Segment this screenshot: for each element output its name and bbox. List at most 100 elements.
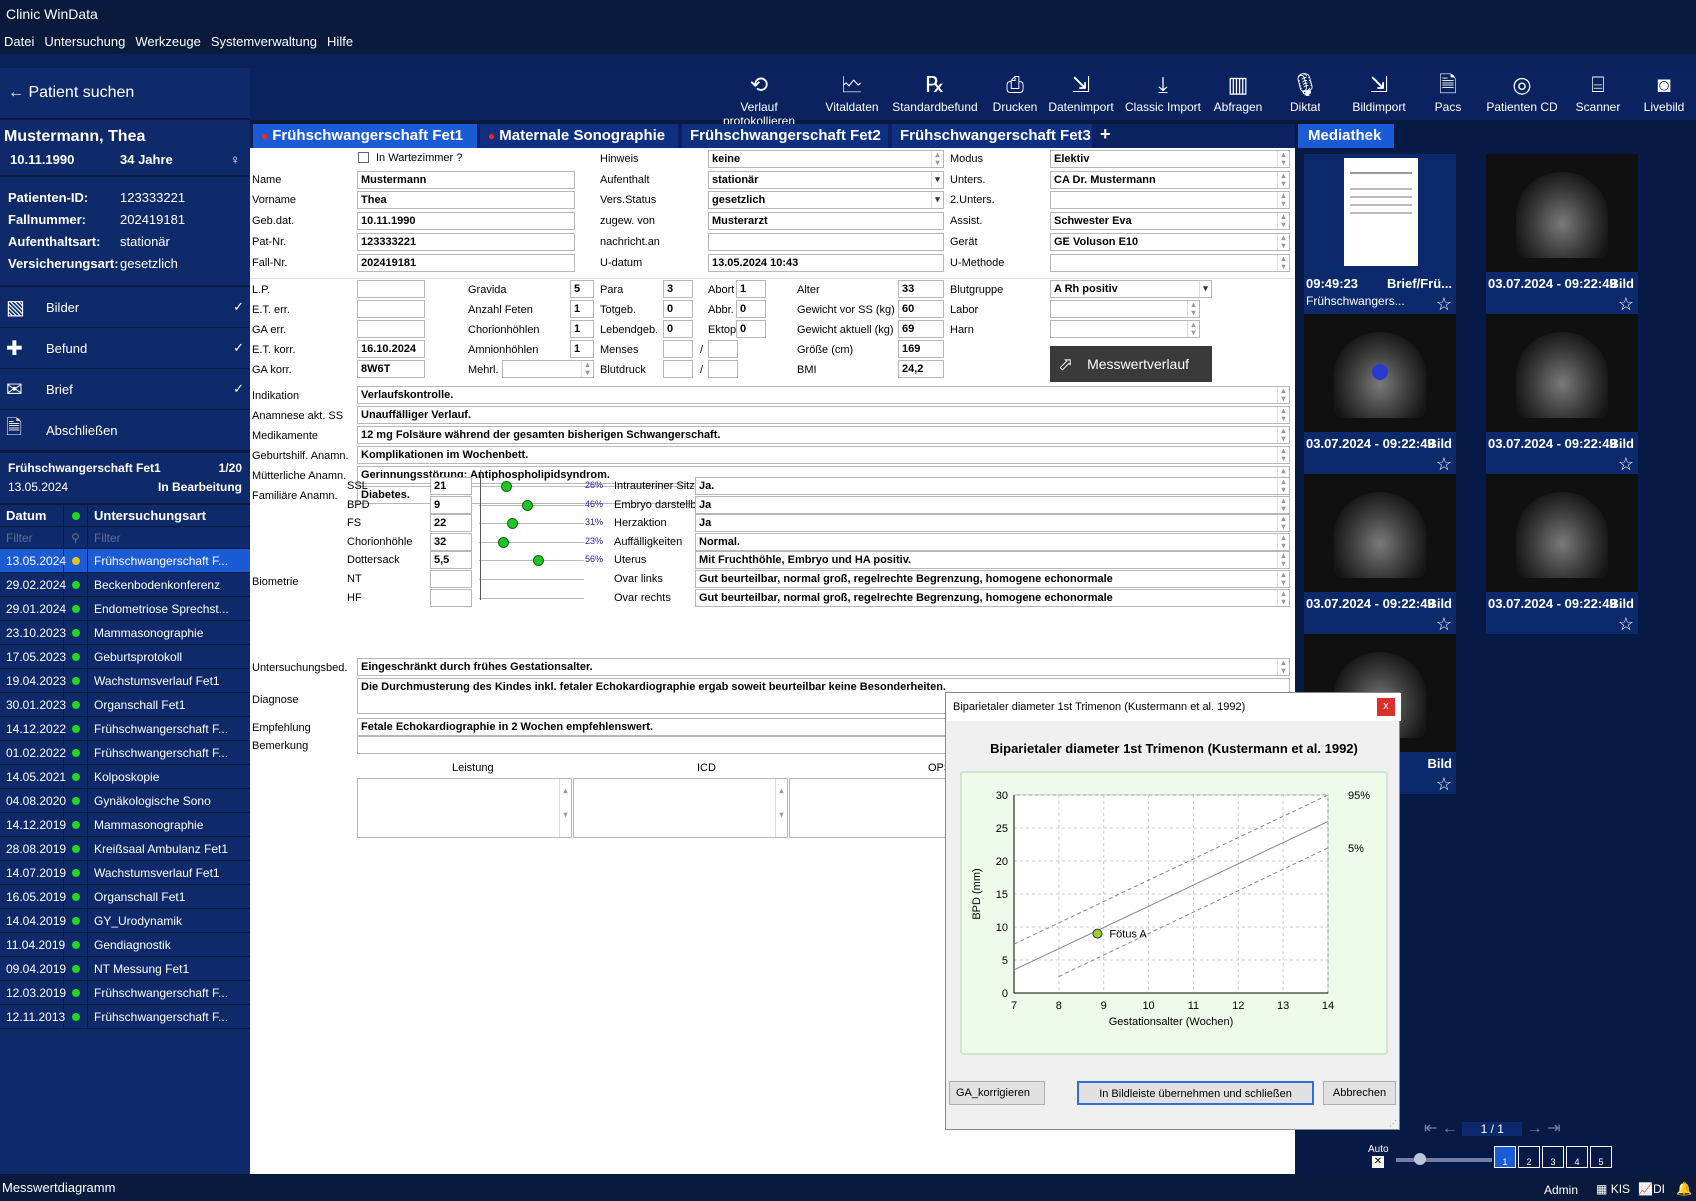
- ektop-field[interactable]: 0: [736, 320, 766, 338]
- finding-field[interactable]: Gut beurteilbar, normal groß, regelrecht…: [695, 588, 1290, 607]
- in-bildleiste-button[interactable]: In Bildleiste übernehmen und schließen: [1077, 1081, 1314, 1105]
- filter-type-input[interactable]: Filter: [88, 531, 250, 545]
- bildimport-button[interactable]: ⇲ Bildimport: [1346, 70, 1412, 114]
- col-status-header[interactable]: [64, 505, 88, 526]
- auto-close-icon[interactable]: ✕: [1372, 1156, 1384, 1168]
- biometry-value-field[interactable]: 9: [430, 495, 472, 514]
- blutdruck-dia-field[interactable]: [708, 360, 738, 378]
- scroll-arrows-icon[interactable]: ▴▾: [581, 361, 593, 377]
- amnionhoehlen-field[interactable]: 1: [570, 340, 594, 358]
- scroll-arrows-icon[interactable]: ▴▾: [1277, 447, 1289, 463]
- wartezimmer-checkbox[interactable]: [358, 152, 369, 163]
- abbrechen-button[interactable]: Abbrechen: [1323, 1081, 1396, 1105]
- exam-list-item[interactable]: 09.04.2019 NT Messung Fet1: [0, 957, 250, 981]
- biometry-value-field[interactable]: 22: [430, 514, 472, 533]
- alter-field[interactable]: 33: [898, 280, 944, 298]
- verlauf-protokollieren-button[interactable]: ⟲ Verlauf protokollieren: [704, 70, 814, 128]
- diktat-button[interactable]: 🎙 Diktat: [1290, 70, 1320, 114]
- scroll-arrows-icon[interactable]: ▴▾: [1277, 478, 1289, 494]
- star-icon[interactable]: ☆: [1436, 294, 1452, 315]
- geburtshilf-anamnese-field[interactable]: Komplikationen im Wochenbett. ▴ ▾: [357, 446, 1290, 464]
- media-thumbnail[interactable]: 03.07.2024 - 09:22:49 Bild ☆: [1486, 474, 1638, 634]
- indikation-field[interactable]: Verlaufskontrolle. ▴ ▾: [357, 386, 1290, 404]
- untersucher-field[interactable]: CA Dr. Mustermann ▴ ▾: [1050, 171, 1290, 189]
- abbr-field[interactable]: 0: [736, 300, 766, 318]
- scroll-arrows-icon[interactable]: ▴▾: [931, 151, 943, 167]
- vorname-field[interactable]: Thea: [357, 191, 575, 209]
- exam-list-item[interactable]: 23.10.2023 Mammasonographie: [0, 621, 250, 645]
- ga-err-field[interactable]: [357, 320, 425, 338]
- et-korr-field[interactable]: 16.10.2024: [357, 340, 425, 358]
- add-tab-button[interactable]: +: [1096, 124, 1120, 148]
- scroll-arrows-icon[interactable]: ▴▾: [775, 779, 787, 837]
- exam-list-item[interactable]: 14.05.2021 Kolposkopie: [0, 765, 250, 789]
- finding-field[interactable]: Mit Fruchthöhle, Embryo und HA positiv. ▴…: [695, 551, 1290, 570]
- media-thumbnail[interactable]: 03.07.2024 - 09:22:49 Bild ☆: [1304, 474, 1456, 634]
- prev-page-icon[interactable]: ←: [1442, 1120, 1458, 1137]
- bell-icon[interactable]: 🔔: [1676, 1181, 1692, 1197]
- scroll-arrows-icon[interactable]: ▴▾: [559, 779, 571, 837]
- star-icon[interactable]: ☆: [1618, 614, 1634, 635]
- scroll-arrows-icon[interactable]: ▴▾: [1277, 533, 1289, 550]
- vitaldaten-button[interactable]: 🗠 Vitaldaten: [820, 70, 884, 114]
- exam-list-item[interactable]: 13.05.2024 Frühschwangerschaft F...: [0, 549, 250, 573]
- star-icon[interactable]: ☆: [1618, 454, 1634, 475]
- lp-field[interactable]: [357, 280, 425, 298]
- ga-korr-field[interactable]: 8W6T: [357, 360, 425, 378]
- exam-list-item[interactable]: 14.12.2022 Frühschwangerschaft F...: [0, 717, 250, 741]
- next-page-icon[interactable]: →: [1527, 1120, 1543, 1137]
- standardbefund-button[interactable]: ℞ Standardbefund: [888, 70, 982, 114]
- fallnr-field[interactable]: 202419181: [357, 254, 575, 272]
- tab-fet3[interactable]: Frühschwangerschaft Fet3: [892, 124, 1092, 148]
- anamnese-field[interactable]: Unauffälliger Verlauf. ▴ ▾: [357, 406, 1290, 424]
- exam-list-item[interactable]: 16.05.2019 Organschall Fet1: [0, 885, 250, 909]
- name-field[interactable]: Mustermann: [357, 171, 575, 189]
- star-icon[interactable]: ☆: [1436, 614, 1452, 635]
- blutdruck-sys-field[interactable]: [663, 360, 693, 378]
- exam-list-item[interactable]: 04.08.2020 Gynäkologische Sono: [0, 789, 250, 813]
- menu-systemverwaltung[interactable]: Systemverwaltung: [211, 34, 317, 49]
- biometry-value-field[interactable]: 21: [430, 477, 472, 495]
- exam-list-item[interactable]: 29.02.2024 Beckenbodenkonferenz: [0, 573, 250, 597]
- biometry-value-field[interactable]: 5,5: [430, 551, 472, 570]
- geraet-field[interactable]: GE Voluson E10 ▴ ▾: [1050, 233, 1290, 251]
- tab-fet1[interactable]: ● Frühschwangerschaft Fet1: [253, 124, 477, 148]
- exam-list-item[interactable]: 14.07.2019 Wachstumsverlauf Fet1: [0, 861, 250, 885]
- umethode-field[interactable]: ▴ ▾: [1050, 254, 1290, 272]
- abfragen-button[interactable]: ▥ Abfragen: [1210, 70, 1266, 114]
- nav-bilder[interactable]: ▧ Bilder ✓: [0, 287, 250, 328]
- udatum-field[interactable]: 13.05.2024 10:43: [708, 254, 944, 272]
- chorionhoehlen-field[interactable]: 1: [570, 320, 594, 338]
- scroll-arrows-icon[interactable]: ▴▾: [1277, 659, 1289, 675]
- col-date-header[interactable]: Datum: [0, 505, 64, 526]
- gravida-field[interactable]: 5: [570, 280, 594, 298]
- exam-list-item[interactable]: 19.04.2023 Wachstumsverlauf Fet1: [0, 669, 250, 693]
- hinweis-field[interactable]: keine ▴ ▾: [708, 150, 944, 168]
- nachricht-field[interactable]: [708, 233, 944, 251]
- scroll-arrows-icon[interactable]: ▴▾: [1277, 571, 1289, 587]
- exam-list-item[interactable]: 01.02.2022 Frühschwangerschaft F...: [0, 741, 250, 765]
- scroll-arrows-icon[interactable]: ▴▾: [1277, 387, 1289, 403]
- last-page-icon[interactable]: ⇥: [1547, 1120, 1560, 1137]
- medikamente-field[interactable]: 12 mg Folsäure während der gesamten bish…: [357, 426, 1290, 444]
- star-icon[interactable]: ☆: [1618, 294, 1634, 315]
- exam-list-item[interactable]: 14.04.2019 GY_Urodynamik: [0, 909, 250, 933]
- labor-field[interactable]: ▴ ▾: [1050, 300, 1200, 318]
- kis-indicator[interactable]: ▦ KIS: [1596, 1182, 1630, 1196]
- menu-datei[interactable]: Datei: [4, 34, 34, 49]
- messwertverlauf-button[interactable]: ⬀ Messwertverlauf: [1050, 346, 1212, 382]
- dialog-close-button[interactable]: x: [1377, 698, 1395, 716]
- zoom-slider[interactable]: [1396, 1158, 1492, 1162]
- col-type-header[interactable]: Untersuchungsart: [88, 508, 250, 523]
- biometry-value-field[interactable]: 32: [430, 532, 472, 551]
- finding-field[interactable]: Normal. ▴ ▾: [695, 532, 1290, 551]
- exam-list-item[interactable]: 11.04.2019 Gendiagnostik: [0, 933, 250, 957]
- scroll-arrows-icon[interactable]: ▴▾: [1277, 407, 1289, 423]
- grid-layout-button[interactable]: 1: [1494, 1146, 1516, 1168]
- zugewiesen-field[interactable]: Musterarzt: [708, 212, 944, 230]
- menses-field-1[interactable]: [663, 340, 693, 358]
- media-thumbnail[interactable]: 09:49:23 Brief/Frü... Frühschwangers... ☆: [1304, 154, 1456, 314]
- scroll-arrows-icon[interactable]: ▴▾: [1277, 151, 1289, 167]
- media-thumbnail[interactable]: 03.07.2024 - 09:22:49 Bild ☆: [1304, 314, 1456, 474]
- exam-list-item[interactable]: 30.01.2023 Organschall Fet1: [0, 693, 250, 717]
